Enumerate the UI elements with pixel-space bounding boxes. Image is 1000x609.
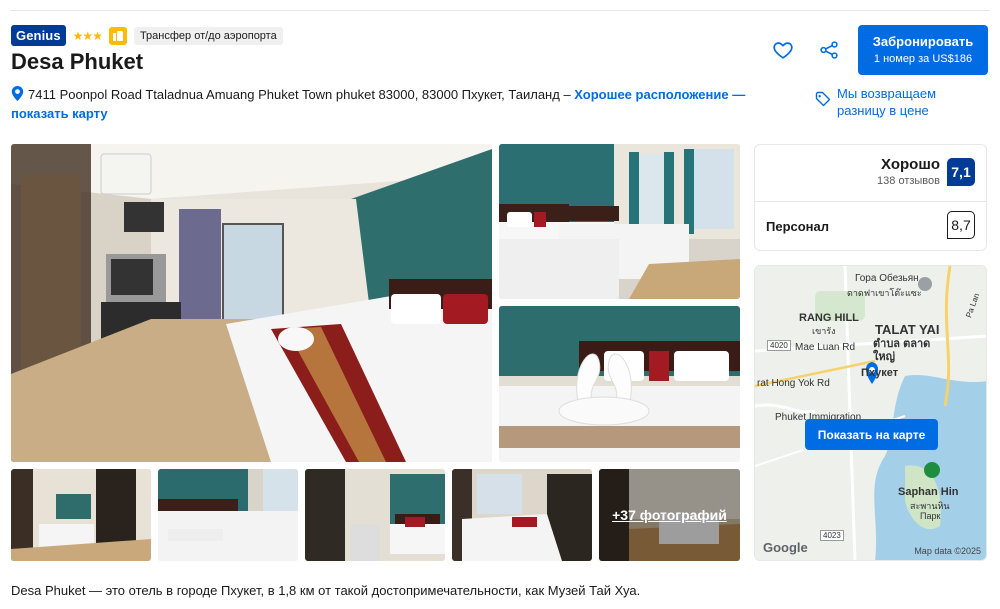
heart-icon[interactable] — [772, 39, 794, 61]
property-description: Desa Phuket — это отель в городе Пхукет,… — [11, 583, 641, 598]
overall-rating: Хорошо 138 отзывов 7,1 — [877, 156, 975, 187]
location-pin-icon — [11, 86, 24, 101]
thumbnail-5[interactable]: +37 фотографий — [599, 469, 740, 561]
thumbnail-4[interactable] — [452, 469, 592, 561]
top-divider — [10, 10, 990, 11]
room-thumb-3 — [305, 469, 445, 561]
map-label-monkey-hill-th: ดาดฟาเขาโต๊ะแซะ — [847, 288, 922, 298]
price-match-text: Мы возвращаем разницу в цене — [837, 86, 937, 118]
bedroom-photo-3 — [499, 306, 740, 462]
reserve-button[interactable]: Забронировать 1 номер за US$186 — [858, 25, 988, 75]
photo-towel-swans[interactable] — [499, 306, 740, 462]
photo-twin-room[interactable] — [499, 144, 740, 299]
location-map[interactable]: Гора Обезьян ดาดฟาเขาโต๊ะแซะ RANG HILL เ… — [754, 265, 987, 561]
room-thumb-2 — [158, 469, 298, 561]
google-logo: Google — [763, 540, 808, 555]
hotel-name: Desa Phuket — [11, 49, 144, 74]
map-label-hong-yok: rat Hong Yok Rd — [757, 378, 830, 389]
map-label-park: Парк — [920, 511, 941, 521]
price-tag-icon — [815, 91, 831, 107]
thumbnail-1[interactable] — [11, 469, 151, 561]
share-icon[interactable] — [818, 39, 840, 61]
map-label-road-4020: 4020 — [767, 340, 791, 351]
map-label-saphan-hin: Saphan Hin — [898, 486, 959, 498]
review-summary[interactable]: Хорошо 138 отзывов 7,1 Персонал 8,7 — [754, 144, 987, 251]
bedroom-photo-1 — [11, 144, 492, 462]
reserve-label: Забронировать — [872, 34, 974, 49]
thumbs-up-icon[interactable] — [108, 26, 127, 45]
star-rating: ★★★ — [72, 28, 103, 43]
hotel-address: 7411 Poonpol Road Ttaladnua Amuang Phuke… — [11, 85, 751, 123]
map-label-road-4023: 4023 — [820, 530, 844, 541]
address-separator: – — [559, 87, 575, 102]
reserve-price: 1 номер за US$186 — [873, 53, 973, 65]
map-label-rang-hill: RANG HILL — [799, 312, 859, 324]
rating-text: Хорошо 138 отзывов — [877, 156, 940, 187]
review-score: 7,1 — [947, 157, 975, 186]
map-label-phuket: Пхукет — [861, 367, 899, 379]
map-data-attribution: Map data ©2025 — [914, 546, 981, 556]
review-divider — [755, 201, 986, 202]
thumbnail-3[interactable] — [305, 469, 445, 561]
property-badges: Genius ★★★ Трансфер от/до аэропорта — [11, 25, 283, 46]
show-on-map-button[interactable]: Показать на карте — [805, 419, 938, 450]
room-thumb-4 — [452, 469, 592, 561]
price-match[interactable]: Мы возвращаем разницу в цене — [815, 85, 967, 119]
genius-badge[interactable]: Genius — [11, 25, 66, 46]
staff-score: 8,7 — [947, 211, 975, 239]
review-count: 138 отзывов — [877, 175, 940, 187]
more-photos-link[interactable]: +37 фотографий — [599, 469, 740, 561]
airport-transfer-badge: Трансфер от/до аэропорта — [133, 26, 283, 45]
bedroom-photo-2 — [499, 144, 740, 299]
room-thumb-1 — [11, 469, 151, 561]
map-label-talat-yai-th: ตำบล ตลาดใหญ่ — [873, 338, 931, 363]
rating-word: Хорошо — [881, 156, 940, 173]
map-label-monkey-hill: Гора Обезьян — [855, 273, 919, 284]
map-label-talat-yai: TALAT YAI — [875, 322, 940, 337]
map-label-rang-hill-th: เขารัง — [812, 326, 836, 336]
main-photo[interactable] — [11, 144, 492, 462]
staff-label: Персонал — [766, 219, 830, 234]
address-text: 7411 Poonpol Road Ttaladnua Amuang Phuke… — [28, 87, 560, 102]
thumbnail-2[interactable] — [158, 469, 298, 561]
map-label-mae-luan: Mae Luan Rd — [795, 342, 856, 353]
